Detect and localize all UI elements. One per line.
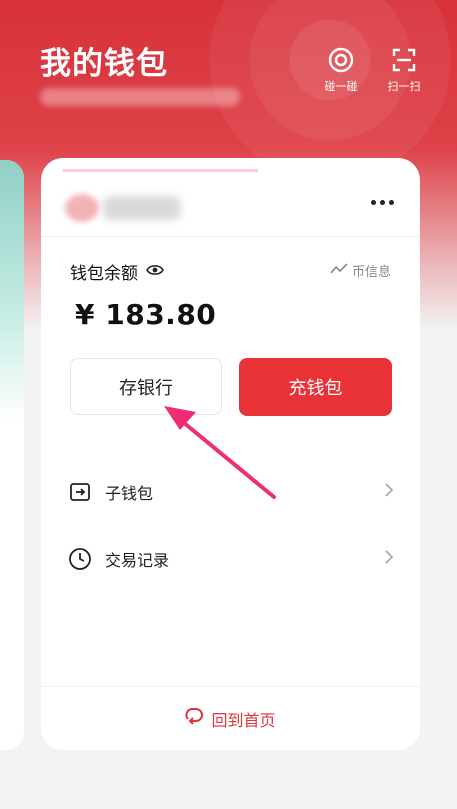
blurred-account-name <box>103 196 181 220</box>
balance-label: 钱包余额 <box>70 264 138 284</box>
coin-info-label: 币信息 <box>351 265 391 280</box>
sub-wallet-label: 子钱包 <box>105 484 154 503</box>
tap-to-pay-label: 碰一碰 <box>324 80 358 93</box>
chevron-right-icon <box>384 549 394 569</box>
sub-wallet-icon <box>67 479 93 505</box>
balance-amount: ¥ 183.80 <box>75 298 217 331</box>
return-icon <box>185 708 205 730</box>
list-item-transactions[interactable]: 交易记录 <box>67 539 394 579</box>
avatar <box>65 194 99 222</box>
wallet-card: 钱包余额 币信息 ¥ 183.80 存银行 充钱包 子钱包 交易记录 回到首页 <box>41 158 420 750</box>
previous-card-peek[interactable] <box>0 160 24 750</box>
page-title: 我的钱包 <box>40 46 168 82</box>
more-dot-icon <box>370 199 376 205</box>
clock-icon <box>67 546 93 572</box>
nfc-target-icon <box>311 46 371 74</box>
more-dot-icon <box>379 199 385 205</box>
scan-icon <box>374 46 434 74</box>
card-peek-pattern <box>0 160 24 420</box>
card-top-line <box>63 169 258 172</box>
scan-button[interactable]: 扫一扫 <box>374 46 434 94</box>
more-dot-icon <box>388 199 394 205</box>
more-options-button[interactable] <box>366 188 398 216</box>
back-to-home-label: 回到首页 <box>211 711 276 730</box>
balance-label-row: 钱包余额 <box>70 259 164 284</box>
top-up-wallet-button[interactable]: 充钱包 <box>239 358 392 416</box>
eye-icon[interactable] <box>146 262 164 282</box>
card-footer: 回到首页 <box>41 686 420 750</box>
chevron-right-icon <box>384 482 394 502</box>
trend-icon <box>330 262 348 279</box>
card-header <box>41 158 420 237</box>
coin-info-link[interactable]: 币信息 <box>330 261 391 280</box>
transactions-label: 交易记录 <box>105 551 170 570</box>
scan-label: 扫一扫 <box>387 80 421 93</box>
list-item-sub-wallet[interactable]: 子钱包 <box>67 472 394 512</box>
tap-to-pay-button[interactable]: 碰一碰 <box>311 46 371 94</box>
deposit-to-bank-button[interactable]: 存银行 <box>70 358 222 415</box>
blurred-subtitle <box>40 88 240 106</box>
back-to-home-link[interactable]: 回到首页 <box>41 707 420 731</box>
